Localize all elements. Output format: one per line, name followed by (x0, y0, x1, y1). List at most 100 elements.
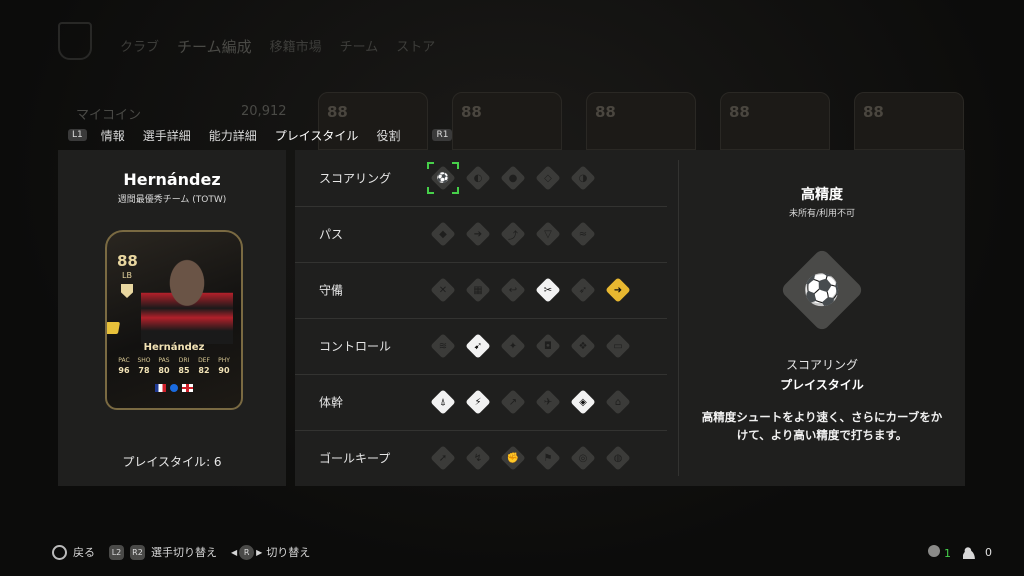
detail-type: プレイスタイル (780, 378, 864, 392)
deflector-icon[interactable]: ◍ (605, 445, 631, 471)
card-flags (107, 384, 241, 392)
icon-glyph: ✦ (508, 340, 518, 352)
bg-card-rating: 88 (863, 103, 884, 121)
toggle-hint[interactable]: ◀ R ▶ 切り替え (231, 544, 310, 560)
detail-title: 高精度 (801, 187, 843, 203)
status-bar: 1 0 (928, 545, 992, 560)
trivela-icon[interactable]: ↗ (500, 389, 526, 415)
icon-glyph: ↩ (508, 284, 518, 296)
power-header-icon[interactable]: ◑ (570, 165, 596, 191)
chip-shot-icon[interactable]: ◐ (465, 165, 491, 191)
tab-attribute-details[interactable]: 能力詳細 (209, 127, 257, 144)
right-arrow-icon: ▶ (256, 547, 263, 557)
icon-glyph: ⚑ (543, 452, 553, 464)
tab-player-details[interactable]: 選手詳細 (143, 127, 191, 144)
footwork-icon[interactable]: ↯ (465, 445, 491, 471)
icon-glyph: ➚ (438, 452, 448, 464)
l2-button-icon: L2 (109, 544, 124, 560)
users-item: 0 (963, 546, 992, 559)
icon-glyph: ◎ (578, 452, 588, 464)
long-ball-pass-icon[interactable]: ⤴ (500, 221, 526, 247)
block-icon[interactable]: ▦ (465, 277, 491, 303)
press-proven-icon[interactable]: ▭ (605, 333, 631, 359)
background-card: 88 (720, 92, 830, 150)
incisive-pass-icon[interactable]: ◆ (430, 221, 456, 247)
icon-glyph: ◍ (613, 452, 623, 464)
icon-glyph: ✈ (543, 396, 553, 408)
l1-button[interactable]: L1 (68, 129, 87, 141)
bg-nav-item: ストア (396, 40, 436, 55)
card-stat: SHO 78 (135, 357, 153, 375)
category-label: 体幹 (319, 395, 344, 410)
card-stats: PAC 96 SHO 78 PAS 80 DRI 85 DEF 82 PHY 90 (115, 357, 233, 375)
card-stat: DEF 82 (195, 357, 213, 375)
switch-player-hint[interactable]: L2 R2 選手切り替え (109, 544, 217, 560)
icon-glyph: ▽ (544, 228, 552, 240)
background-card: 88 (854, 92, 964, 150)
club-logo-icon (58, 22, 92, 60)
technical-icon[interactable]: ≋ (430, 333, 456, 359)
detail-icon-glyph: ⚽ (803, 272, 841, 308)
icon-glyph: ➹ (473, 340, 483, 352)
acrobatic-icon[interactable]: ✈ (535, 389, 561, 415)
bg-card-rating: 88 (327, 103, 348, 121)
stat-value: 85 (178, 366, 190, 375)
icon-glyph: ◈ (579, 396, 587, 408)
playstyle-detail: 高精度 未所有/利用不可 ⚽ スコアリング プレイスタイル 高精度シュートをより… (679, 150, 965, 486)
aerial-icon[interactable]: ⌂ (605, 389, 631, 415)
button-hints: 戻る L2 R2 選手切り替え ◀ R ▶ 切り替え (52, 544, 324, 560)
playstyle-icons: ◆ ➔ ⤴ ▽ ≈ (430, 221, 596, 247)
power-shot-icon[interactable]: ● (500, 165, 526, 191)
icon-glyph: ◑ (578, 172, 588, 184)
slide-tackle-icon[interactable]: ➶ (570, 277, 596, 303)
tiki-taka-icon[interactable]: ▽ (535, 221, 561, 247)
playstyle-icons: ✕ ▦ ↩ ✂ ➶ ➜ (430, 277, 631, 303)
icon-glyph: ▦ (473, 284, 483, 296)
bg-nav-item: クラブ (120, 40, 160, 55)
club-crest-icon (121, 284, 133, 298)
stat-value: 90 (218, 366, 230, 375)
icon-glyph: ➶ (578, 284, 588, 296)
bg-nav-item: チーム編成 (177, 38, 252, 56)
whipped-pass-icon[interactable]: ≈ (570, 221, 596, 247)
tab-info[interactable]: 情報 (101, 127, 125, 144)
first-touch-icon[interactable]: ◘ (535, 333, 561, 359)
icon-glyph: ⚽ (436, 172, 450, 184)
bruiser-icon[interactable]: ➜ (605, 277, 631, 303)
background-card: 88 (586, 92, 696, 150)
club-flag-icon (182, 384, 193, 392)
icon-glyph: ↯ (473, 452, 483, 464)
tab-roles[interactable]: 役割 (376, 127, 400, 144)
tab-playstyles[interactable]: プレイスタイル (275, 127, 359, 144)
rapid-icon[interactable]: ➹ (465, 333, 491, 359)
flair-icon[interactable]: ✦ (500, 333, 526, 359)
finesse-shot-icon[interactable]: ⚽ (427, 162, 459, 194)
far-throw-icon[interactable]: ➚ (430, 445, 456, 471)
r-stick-icon: R (239, 544, 255, 560)
intercept-icon[interactable]: ↩ (500, 277, 526, 303)
icon-glyph: ≈ (578, 228, 588, 240)
dead-ball-icon[interactable]: ◇ (535, 165, 561, 191)
icon-glyph: ✂ (543, 284, 553, 296)
long-throw-icon[interactable]: ◈ (570, 389, 596, 415)
quick-step-icon[interactable]: ⍋ (430, 389, 456, 415)
playstyle-category-row: コントロール ≋ ➹ ✦ ◘ ❖ ▭ (295, 318, 667, 375)
playstyle-category-row: パス ◆ ➔ ⤴ ▽ ≈ (295, 206, 667, 263)
pinged-pass-icon[interactable]: ➔ (465, 221, 491, 247)
rush-out-icon[interactable]: ⚑ (535, 445, 561, 471)
relentless-icon[interactable]: ⚡ (465, 389, 491, 415)
status-icon (928, 545, 940, 557)
back-hint[interactable]: 戻る (52, 544, 95, 560)
anticipate-icon[interactable]: ✂ (535, 277, 561, 303)
jockey-icon[interactable]: ✕ (430, 277, 456, 303)
icon-glyph: ▭ (613, 340, 623, 352)
back-label: 戻る (73, 546, 95, 559)
card-stat: PAC 96 (115, 357, 133, 375)
circle-button-icon (52, 544, 67, 560)
far-reach-icon[interactable]: ◎ (570, 445, 596, 471)
bg-card-rating: 88 (461, 103, 482, 121)
trickster-icon[interactable]: ❖ (570, 333, 596, 359)
cross-claimer-icon[interactable]: ✊ (500, 445, 526, 471)
r1-button[interactable]: R1 (432, 129, 453, 141)
stat-label: DRI (178, 357, 190, 364)
